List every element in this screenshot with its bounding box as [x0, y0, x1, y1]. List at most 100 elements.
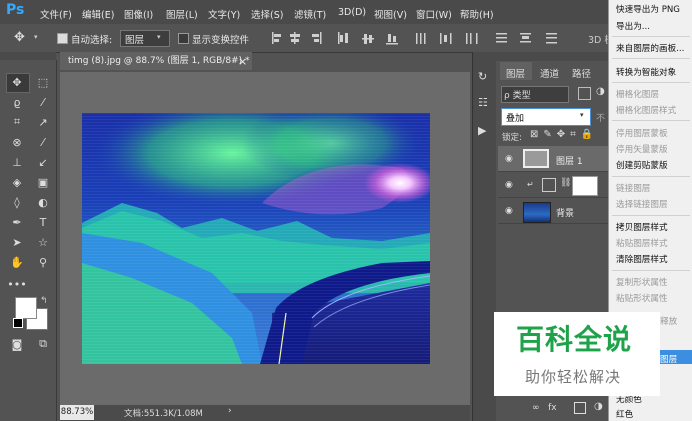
zoom-field[interactable]: 88.73% [60, 405, 94, 420]
menu-copy-layer-style[interactable]: 拷贝图层样式 [616, 221, 668, 233]
menu-link-layers: 链接图层 [616, 184, 651, 194]
menu-separator [612, 58, 690, 59]
visibility-eye-icon[interactable]: ◉ [505, 154, 513, 164]
layer-filter-label: ρ 类型 [504, 91, 531, 101]
document-tab[interactable]: timg (8).jpg @ 88.7% (图层 1, RGB/8#) * [60, 52, 252, 70]
layer-row-3[interactable] [498, 198, 608, 224]
layer-name[interactable]: 图层 1 [556, 154, 583, 167]
healing-brush-icon[interactable]: ⊗ [8, 134, 26, 150]
menu-quick-export-png[interactable]: 快速导出为 PNG [616, 3, 680, 15]
menu-release: 释放 [660, 317, 678, 327]
background-thumbnail [523, 202, 551, 223]
actions-play-icon[interactable]: ▶ [478, 124, 486, 137]
magic-wand-icon[interactable]: ⁄ [34, 94, 52, 110]
menu-view[interactable]: 视图(V) [374, 7, 407, 21]
shape-icon[interactable]: ☆ [34, 234, 52, 250]
eyedropper-icon[interactable]: ↗ [34, 114, 52, 130]
tab-channels[interactable]: 通道 [540, 66, 559, 80]
menu-select-linked-layers: 选择链接图层 [616, 200, 668, 210]
menu-disable-vector-mask: 停用矢量蒙版 [616, 145, 668, 155]
layer-mask-thumbnail[interactable] [572, 176, 598, 196]
auto-select-value: 图层 [125, 35, 145, 46]
menu-separator [612, 215, 690, 216]
opacity-label: 不 [596, 114, 606, 124]
dodge-icon[interactable]: ◐ [34, 194, 52, 210]
history-panel-icon[interactable]: ↻ [478, 70, 487, 83]
panel-bottom-icons[interactable]: ∞ fx [532, 403, 557, 413]
path-select-icon[interactable]: ➤ [8, 234, 26, 250]
background-layer-name[interactable]: 背景 [556, 206, 574, 219]
menu-file[interactable]: 文件(F) [40, 7, 72, 21]
blur-icon[interactable]: ◊ [8, 194, 26, 210]
lasso-icon[interactable]: ϱ [8, 94, 26, 110]
add-mask-icon[interactable] [574, 402, 586, 414]
foreground-color-swatch[interactable] [15, 297, 37, 319]
menu-create-clipping-mask[interactable]: 创建剪贴蒙版 [616, 159, 668, 171]
history-brush-icon[interactable]: ↙ [34, 154, 52, 170]
document-image[interactable] [82, 113, 430, 364]
screen-mode-icon[interactable]: ⧉ [34, 336, 52, 352]
visibility-eye-icon[interactable]: ◉ [505, 180, 513, 190]
menu-rasterize-layer: 栅格化图层 [616, 90, 659, 100]
menu-type[interactable]: 文字(Y) [208, 7, 240, 21]
layer-row-1[interactable] [498, 146, 608, 172]
marquee-icon[interactable]: ⬚ [34, 74, 52, 90]
menu-separator [612, 82, 690, 83]
properties-panel-icon[interactable]: ☷ [478, 96, 488, 109]
layers-panel-header [496, 52, 608, 61]
menu-paste-layer-style: 粘贴图层样式 [616, 239, 668, 249]
menu-layer[interactable]: 图层(L) [166, 7, 198, 21]
blend-mode-value: 叠加 [506, 114, 525, 124]
tab-paths[interactable]: 路径 [572, 66, 591, 80]
menu-rasterize-layer-style: 栅格化图层样式 [616, 106, 677, 116]
status-bar [60, 405, 470, 421]
quick-mask-icon[interactable]: ◙ [8, 336, 26, 352]
clone-stamp-icon[interactable]: ⊥ [8, 154, 26, 170]
menu-clear-layer-style[interactable]: 清除图层样式 [616, 253, 668, 265]
show-transform-checkbox[interactable] [178, 33, 189, 44]
menu-disable-layer-mask: 停用图层蒙板 [616, 129, 668, 139]
brush-icon[interactable]: ⁄ [34, 134, 52, 150]
menu-edit[interactable]: 编辑(E) [82, 7, 114, 21]
menu-select[interactable]: 选择(S) [251, 7, 283, 21]
type-icon[interactable]: T [34, 214, 52, 230]
zoom-icon[interactable]: ⚲ [34, 254, 52, 270]
eraser-icon[interactable]: ◈ [8, 174, 26, 190]
menu-window[interactable]: 窗口(W) [416, 7, 452, 21]
photoshop-logo: Ps [6, 2, 25, 18]
status-menu-arrow-icon[interactable]: › [228, 406, 232, 416]
gradient-icon[interactable]: ▣ [34, 174, 52, 190]
pen-icon[interactable]: ✒ [8, 214, 26, 230]
adjustment-filter-icon[interactable]: ◑ [596, 86, 605, 97]
new-adjustment-icon[interactable]: ◑ [594, 401, 603, 412]
menu-image[interactable]: 图像(I) [124, 7, 153, 21]
menu-export-as[interactable]: 导出为... [616, 20, 650, 32]
mask-link-icon: ⛓ [560, 178, 572, 188]
lock-icons[interactable]: ⊠✎✥⌗🔒 [530, 129, 598, 140]
menu-convert-smart-object[interactable]: 转换为智能对象 [616, 66, 676, 78]
menu-artboard-from-layers[interactable]: 来自图层的画板... [616, 42, 684, 54]
menu-filter[interactable]: 滤镜(T) [294, 7, 326, 21]
menu-layer-highlighted[interactable]: 图层 [660, 353, 677, 365]
align-icons[interactable] [270, 30, 600, 46]
swap-colors-icon[interactable]: ↰ [40, 296, 48, 306]
tools-panel-header [0, 52, 56, 60]
auto-select-checkbox[interactable] [57, 33, 68, 44]
move-icon[interactable]: ✥ [8, 74, 26, 90]
menu-help[interactable]: 帮助(H) [460, 7, 494, 21]
hand-icon[interactable]: ✋ [8, 254, 26, 270]
menu-3d[interactable]: 3D(D) [338, 7, 366, 18]
watermark-title: 百科全说 [516, 323, 633, 356]
tab-layers[interactable]: 图层 [506, 66, 525, 80]
image-filter-icon[interactable] [578, 87, 591, 100]
chevron-down-icon[interactable]: ▾ [34, 33, 38, 41]
default-colors-icon[interactable] [13, 318, 23, 328]
move-tool-icon[interactable]: ✥ [14, 30, 25, 45]
blend-mode-arrow-icon: ▾ [580, 111, 584, 119]
visibility-eye-icon[interactable]: ◉ [505, 206, 513, 216]
menu-copy-shape-attributes: 复制形状属性 [616, 278, 668, 288]
close-tab-icon[interactable]: × [238, 55, 247, 68]
more-tools-icon[interactable]: ••• [7, 276, 26, 292]
menu-red[interactable]: 红色 [616, 408, 633, 420]
crop-icon[interactable]: ⌗ [8, 114, 26, 130]
